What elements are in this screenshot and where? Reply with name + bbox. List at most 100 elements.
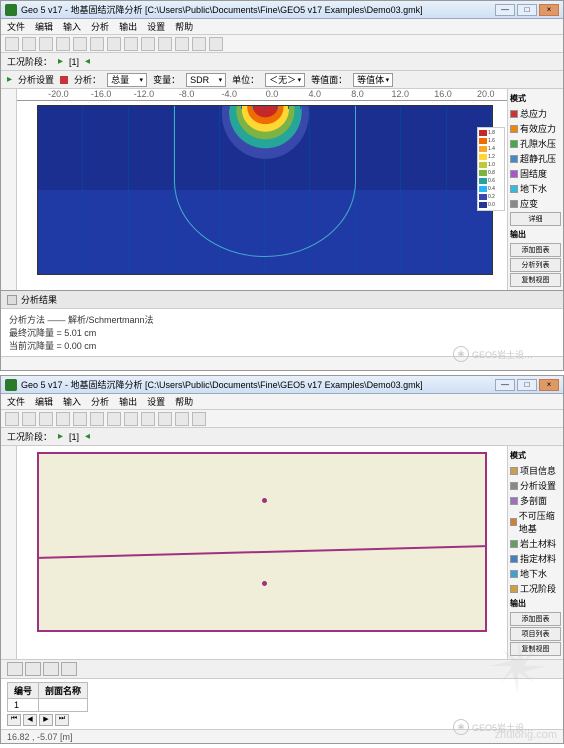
page-first[interactable]: ⏮ [7, 714, 21, 726]
add-chart-button[interactable]: 添加图表 [510, 612, 561, 626]
maximize-button[interactable]: □ [517, 379, 537, 391]
tool-zoom-fit[interactable] [141, 412, 155, 426]
menu-settings[interactable]: 设置 [147, 395, 165, 408]
bt-copy[interactable] [61, 662, 77, 676]
mode-settings[interactable]: 分析设置 [510, 478, 561, 493]
menu-output[interactable]: 输出 [119, 395, 137, 408]
unit-dropdown[interactable]: ＜无＞ [265, 73, 305, 87]
menu-help[interactable]: 帮助 [175, 20, 193, 33]
mode-stage[interactable]: 工况阶段 [510, 581, 561, 596]
tool-save[interactable] [39, 412, 53, 426]
mode-item-4[interactable]: 固结度 [510, 166, 561, 181]
menu-edit[interactable]: 编辑 [35, 395, 53, 408]
mode-assign[interactable]: 指定材料 [510, 551, 561, 566]
menu-file[interactable]: 文件 [7, 20, 25, 33]
mode-item-3[interactable]: 超静孔压 [510, 151, 561, 166]
bt-edit[interactable] [25, 662, 41, 676]
tool-print[interactable] [56, 412, 70, 426]
stage-next-icon[interactable]: ▸ [85, 56, 90, 67]
tool-save[interactable] [39, 37, 53, 51]
mode-item-1[interactable]: 有效应力 [510, 121, 561, 136]
menu-settings[interactable]: 设置 [147, 20, 165, 33]
page-prev[interactable]: ◀ [23, 714, 37, 726]
close-button[interactable]: × [539, 4, 559, 16]
minimize-button[interactable]: — [495, 379, 515, 391]
analysis-list-button[interactable]: 分析列表 [510, 258, 561, 272]
tool-print[interactable] [56, 37, 70, 51]
tool-grid[interactable] [175, 37, 189, 51]
minimize-button[interactable]: — [495, 4, 515, 16]
page-next[interactable]: ▶ [39, 714, 53, 726]
tool-pan[interactable] [158, 37, 172, 51]
tool-zoom-out[interactable] [124, 37, 138, 51]
tool-undo[interactable] [73, 37, 87, 51]
canvas-area[interactable] [17, 446, 507, 659]
stage-next-icon[interactable]: ▸ [85, 431, 90, 442]
mode-item-2[interactable]: 孔隙水压 [510, 136, 561, 151]
menu-edit[interactable]: 编辑 [35, 20, 53, 33]
menu-input[interactable]: 输入 [63, 395, 81, 408]
results-tab[interactable]: 分析结果 [1, 291, 563, 309]
geo-point-2[interactable] [262, 581, 267, 586]
mode-project[interactable]: 项目信息 [510, 463, 561, 478]
tool-copy[interactable] [209, 37, 223, 51]
output-header: 输出 [510, 596, 561, 611]
tool-pan[interactable] [158, 412, 172, 426]
add-chart-button[interactable]: 添加图表 [510, 243, 561, 257]
tool-new[interactable] [5, 37, 19, 51]
run-icon[interactable]: ▸ [7, 74, 12, 85]
bt-add[interactable] [7, 662, 23, 676]
menu-analysis[interactable]: 分析 [91, 20, 109, 33]
tool-open[interactable] [22, 37, 36, 51]
tool-new[interactable] [5, 412, 19, 426]
close-button[interactable]: × [539, 379, 559, 391]
analysis-bar: ▸ 分析设置 分析： 总量 变量： SDR 单位： ＜无＞ 等值面： 等值体 [1, 71, 563, 89]
mode-item-0[interactable]: 总应力 [510, 106, 561, 121]
tool-zoom-out[interactable] [124, 412, 138, 426]
geometry-plot[interactable] [37, 452, 487, 632]
tool-redo[interactable] [90, 37, 104, 51]
tool-snap[interactable] [192, 37, 206, 51]
analysis-settings-link[interactable]: 分析设置 [18, 73, 54, 86]
menu-file[interactable]: 文件 [7, 395, 25, 408]
tool-undo[interactable] [73, 412, 87, 426]
stage-number[interactable]: [1] [69, 57, 79, 67]
tool-zoom-in[interactable] [107, 37, 121, 51]
menu-output[interactable]: 输出 [119, 20, 137, 33]
fem-contour-plot[interactable] [37, 105, 493, 275]
result-method: 分析方法 —— 解析/Schmertmann法 [9, 313, 555, 326]
mode-water[interactable]: 地下水 [510, 566, 561, 581]
page-last[interactable]: ⏭ [55, 714, 69, 726]
tool-grid[interactable] [175, 412, 189, 426]
menu-analysis[interactable]: 分析 [91, 395, 109, 408]
stage-prev-icon[interactable]: ▸ [58, 56, 63, 67]
tool-open[interactable] [22, 412, 36, 426]
project-list-button[interactable]: 项目列表 [510, 627, 561, 641]
variable-dropdown[interactable]: SDR [186, 73, 226, 87]
record-icon[interactable] [60, 76, 68, 84]
copy-view-button[interactable]: 复制视图 [510, 642, 561, 656]
profile-table[interactable]: 编号剖面名称 1 [7, 682, 88, 712]
copy-view-button[interactable]: 复制视图 [510, 273, 561, 287]
param-dropdown[interactable]: 总量 [107, 73, 147, 87]
mode-item-6[interactable]: 应变 [510, 196, 561, 211]
stress-dropdown[interactable]: 等值体 [353, 73, 393, 87]
stage-number[interactable]: [1] [69, 432, 79, 442]
tool-redo[interactable] [90, 412, 104, 426]
bt-delete[interactable] [43, 662, 59, 676]
stage-label: 工况阶段： [7, 430, 52, 443]
maximize-button[interactable]: □ [517, 4, 537, 16]
mode-soils[interactable]: 岩土材料 [510, 536, 561, 551]
mode-item-5[interactable]: 地下水 [510, 181, 561, 196]
detail-button[interactable]: 详细 [510, 212, 561, 226]
menu-input[interactable]: 输入 [63, 20, 81, 33]
tool-zoom-in[interactable] [107, 412, 121, 426]
canvas-area[interactable]: -20.0-16.0-12.0-8.0-4.00.04.08.012.016.0… [17, 89, 507, 290]
menu-help[interactable]: 帮助 [175, 395, 193, 408]
geo-point-1[interactable] [262, 498, 267, 503]
stage-prev-icon[interactable]: ▸ [58, 431, 63, 442]
tool-snap[interactable] [192, 412, 206, 426]
mode-profiles[interactable]: 多剖面 [510, 493, 561, 508]
mode-incompressible[interactable]: 不可压缩地基 [510, 508, 561, 536]
tool-zoom-fit[interactable] [141, 37, 155, 51]
